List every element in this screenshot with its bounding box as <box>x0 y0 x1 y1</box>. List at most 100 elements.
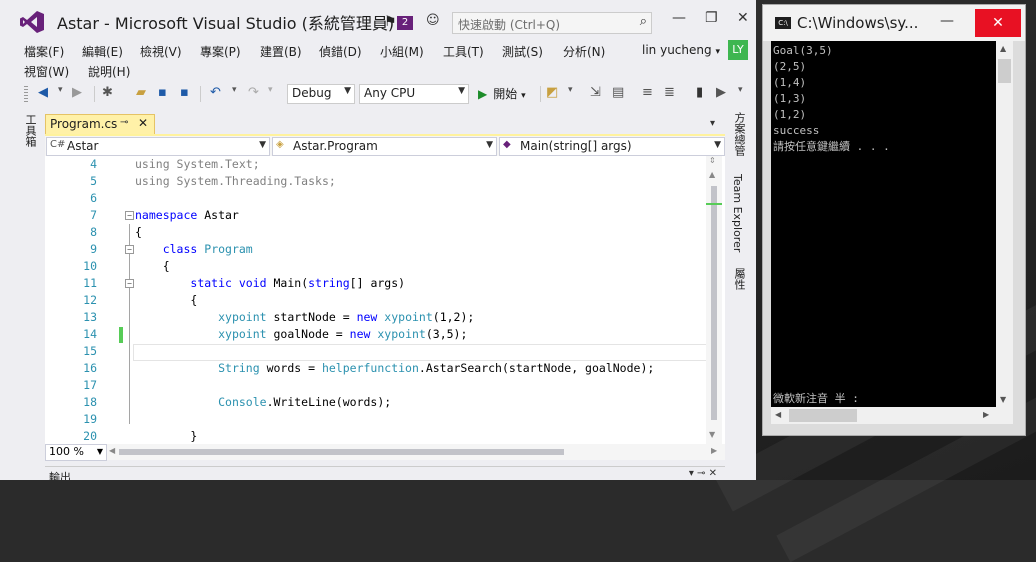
collapse-icon[interactable]: − <box>125 279 134 288</box>
chevron-down-icon[interactable]: ▾ <box>58 85 63 95</box>
start-debugging-button[interactable]: ▶ 開始 ▾ <box>478 85 526 102</box>
browser-link-icon[interactable]: ◩ <box>546 85 558 100</box>
code-line[interactable]: 13 xypoint startNode = new xypoint(1,2); <box>45 309 705 326</box>
step-into-icon[interactable]: ⇲ <box>590 85 601 100</box>
scroll-thumb[interactable] <box>998 59 1011 83</box>
scroll-right-icon[interactable]: ▶ <box>711 446 717 455</box>
menu-team[interactable]: 小組(M) <box>380 43 424 60</box>
console-horizontal-scrollbar[interactable]: ◀ ▶ <box>771 407 996 424</box>
new-project-icon[interactable]: ✱ <box>102 85 113 100</box>
next-bookmark-icon[interactable]: ▶ <box>716 85 726 100</box>
maximize-button[interactable]: ❐ <box>705 10 718 26</box>
code-line[interactable]: 4 using System.Text; <box>45 156 705 173</box>
redo-icon[interactable]: ↷ <box>248 85 259 100</box>
code-line[interactable]: 11 − static void Main(string[] args) <box>45 275 705 292</box>
code-token: words = <box>259 361 322 375</box>
code-line[interactable]: 19 <box>45 411 705 428</box>
code-line[interactable]: 7 − namespace Astar <box>45 207 705 224</box>
code-line[interactable]: 12 { <box>45 292 705 309</box>
project-dropdown[interactable]: C# Astar ▼ <box>46 137 270 156</box>
toolbar-overflow-icon[interactable]: ▾ <box>738 85 743 95</box>
code-line[interactable]: 10 { <box>45 258 705 275</box>
zoom-select[interactable]: 100 % ▼ <box>45 444 107 461</box>
properties-tab[interactable]: 屬性 <box>731 268 747 290</box>
solution-explorer-tab[interactable]: 方案總管 <box>731 112 747 156</box>
user-account[interactable]: lin yucheng ▾ <box>642 43 720 57</box>
open-file-icon[interactable]: ▰ <box>136 85 146 100</box>
solution-configuration-select[interactable]: Debug ▼ <box>287 84 355 104</box>
split-icon[interactable]: ⇕ <box>709 156 716 165</box>
scroll-up-icon[interactable]: ▲ <box>1000 44 1006 53</box>
scroll-up-icon[interactable]: ▲ <box>709 170 715 179</box>
collapse-icon[interactable]: − <box>125 245 134 254</box>
console-output[interactable]: Goal(3,5) (2,5) (1,4) (1,3) (1,2) success 請按任意… <box>771 41 996 407</box>
close-tab-icon[interactable]: ✕ <box>138 116 148 130</box>
uncomment-icon[interactable]: ≣ <box>664 85 675 100</box>
scroll-down-icon[interactable]: ▼ <box>709 430 715 439</box>
pin-icon[interactable]: ⊸ <box>120 117 128 128</box>
scroll-thumb[interactable] <box>789 409 857 422</box>
code-line[interactable]: 17 <box>45 377 705 394</box>
editor-vertical-scrollbar[interactable]: ⇕ ▲ ▼ <box>706 156 722 444</box>
chevron-down-icon[interactable]: ▾ <box>268 85 273 95</box>
quick-launch-input[interactable]: 快速啟動 (Ctrl+Q) ⌕ <box>452 12 652 34</box>
menu-help[interactable]: 說明(H) <box>88 63 130 80</box>
class-dropdown[interactable]: ◈ Astar.Program ▼ <box>272 137 497 156</box>
panel-menu-icon[interactable]: ▾ ⊸ ✕ <box>689 468 717 479</box>
team-explorer-tab[interactable]: Team Explorer <box>731 174 744 252</box>
minimize-button[interactable]: — <box>940 13 954 29</box>
menu-view[interactable]: 檢視(V) <box>140 43 182 60</box>
code-line[interactable]: 15 <box>45 343 705 360</box>
feedback-icon[interactable]: ☺ <box>426 13 440 28</box>
menu-build[interactable]: 建置(B) <box>260 43 302 60</box>
menu-project[interactable]: 專案(P) <box>200 43 241 60</box>
code-line[interactable]: 9 − class Program <box>45 241 705 258</box>
chevron-down-icon[interactable]: ▾ <box>232 85 237 95</box>
menu-window[interactable]: 視窗(W) <box>24 63 69 80</box>
code-line[interactable]: 16 String words = helperfunction.AstarSe… <box>45 360 705 377</box>
code-line[interactable]: 18 Console.WriteLine(words); <box>45 394 705 411</box>
member-dropdown[interactable]: ◆ Main(string[] args) ▼ <box>499 137 725 156</box>
save-all-icon[interactable]: ▪ <box>180 85 189 100</box>
collapse-icon[interactable]: − <box>125 211 134 220</box>
code-line[interactable]: 14 xypoint goalNode = new xypoint(3,5); <box>45 326 705 343</box>
code-editor[interactable]: 4 using System.Text; 5 using System.Threadi… <box>45 156 725 444</box>
scroll-thumb[interactable] <box>711 186 717 420</box>
code-line[interactable]: 5 using System.Threading.Tasks; <box>45 173 705 190</box>
output-panel-header[interactable]: 輸出 ▾ ⊸ ✕ <box>45 466 725 480</box>
scroll-left-icon[interactable]: ◀ <box>109 446 115 455</box>
tab-list-dropdown-icon[interactable]: ▾ <box>710 118 715 129</box>
horizontal-scroll-thumb[interactable] <box>119 449 564 455</box>
forward-icon[interactable]: ▶ <box>72 85 82 100</box>
menu-edit[interactable]: 編輯(E) <box>82 43 123 60</box>
bookmark-icon[interactable]: ▮ <box>696 85 703 100</box>
breakpoints-icon[interactable]: ▤ <box>612 85 624 100</box>
close-button[interactable]: ✕ <box>975 9 1021 37</box>
code-line[interactable]: 6 <box>45 190 705 207</box>
document-tab-program[interactable]: Program.cs ⊸ ✕ <box>45 114 155 136</box>
resize-grip[interactable] <box>996 407 1013 424</box>
menu-debug[interactable]: 偵錯(D) <box>319 43 362 60</box>
undo-icon[interactable]: ↶ <box>210 85 221 100</box>
avatar[interactable]: LY <box>728 40 748 60</box>
menu-tools[interactable]: 工具(T) <box>443 43 484 60</box>
notifications-button[interactable]: ⚑ 2 <box>384 14 414 32</box>
toolbar-overflow-icon[interactable]: ▾ <box>568 85 573 95</box>
code-line[interactable]: 20 } <box>45 428 705 444</box>
menu-analyze[interactable]: 分析(N) <box>563 43 605 60</box>
scroll-down-icon[interactable]: ▼ <box>1000 395 1006 404</box>
toolbar-grip[interactable] <box>24 86 28 102</box>
console-vertical-scrollbar[interactable]: ▲ ▼ <box>996 41 1013 407</box>
toolbox-tab[interactable]: 工具箱 <box>20 114 38 147</box>
scroll-left-icon[interactable]: ◀ <box>775 410 781 419</box>
menu-file[interactable]: 檔案(F) <box>24 43 64 60</box>
menu-test[interactable]: 測試(S) <box>502 43 543 60</box>
back-icon[interactable]: ◀ <box>38 85 48 100</box>
comment-icon[interactable]: ≡ <box>642 85 653 100</box>
solution-platform-select[interactable]: Any CPU ▼ <box>359 84 469 104</box>
code-line[interactable]: 8{ <box>45 224 705 241</box>
save-icon[interactable]: ▪ <box>158 85 167 100</box>
minimize-button[interactable]: — <box>672 10 686 26</box>
scroll-right-icon[interactable]: ▶ <box>983 410 989 419</box>
close-button[interactable]: ✕ <box>737 10 749 26</box>
